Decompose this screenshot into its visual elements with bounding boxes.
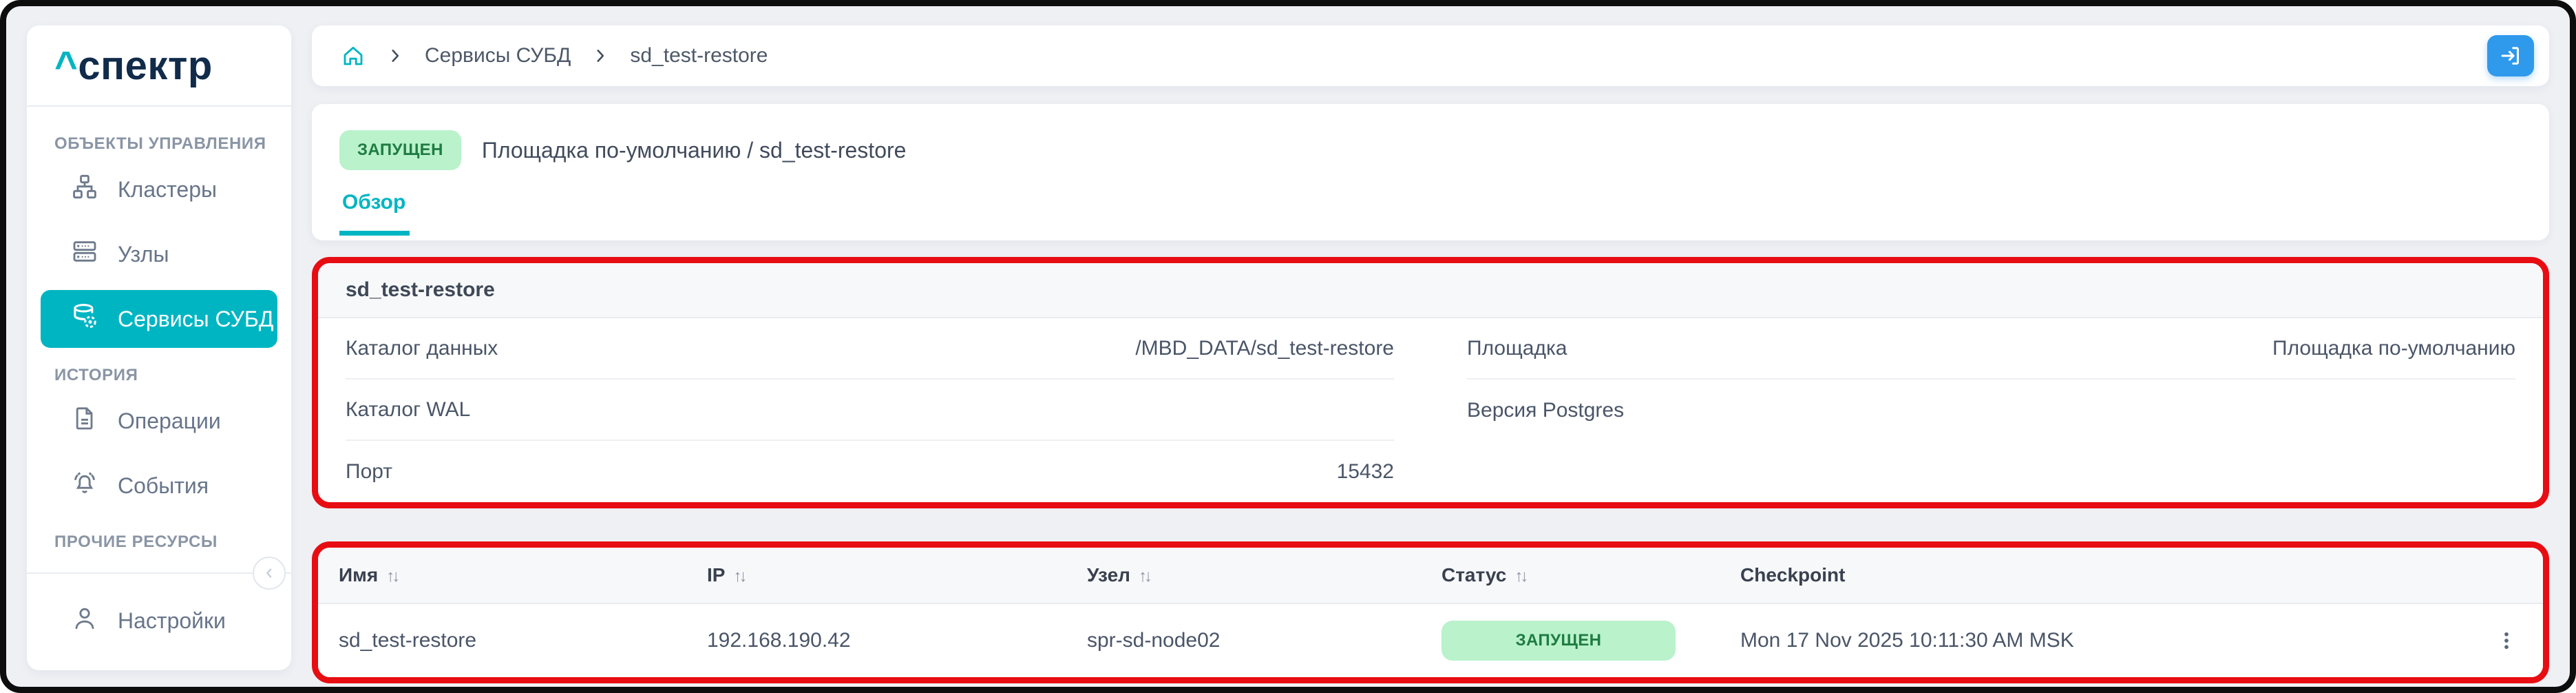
person-icon (71, 604, 98, 637)
main-content: Сервисы СУБД sd_test-restore ЗАПУЩЕН Пло… (312, 25, 2549, 683)
column-header-name[interactable]: Имя ↑↓ (339, 564, 707, 586)
home-icon[interactable] (341, 43, 366, 68)
breadcrumb-item-db-services[interactable]: Сервисы СУБД (425, 44, 571, 68)
overview-fields-left: Каталог данных /MBD_DATA/sd_test-restore… (346, 318, 1394, 502)
logo-caret: ^ (54, 43, 78, 88)
sidebar-item-label: Сервисы СУБД (118, 307, 274, 332)
column-header-node[interactable]: Узел ↑↓ (1087, 564, 1442, 586)
field-row-site: Площадка Площадка по-умолчанию (1467, 318, 2515, 380)
overview-fields-right: Площадка Площадка по-умолчанию Версия Po… (1467, 318, 2515, 502)
field-row-port: Порт 15432 (346, 441, 1394, 502)
overview-card-title: sd_test-restore (318, 263, 2543, 318)
sort-icon[interactable]: ↑↓ (1139, 567, 1150, 586)
overview-fields: Каталог данных /MBD_DATA/sd_test-restore… (318, 318, 2543, 502)
service-header-card: ЗАПУЩЕН Площадка по-умолчанию / sd_test-… (312, 104, 2549, 240)
sidebar-item-operations[interactable]: Операции (41, 392, 277, 450)
column-header-checkpoint: Checkpoint (1740, 564, 2474, 586)
row-actions-button[interactable] (2491, 625, 2522, 656)
sidebar-item-settings[interactable]: Настройки (41, 592, 277, 650)
tabs: Обзор (339, 191, 2522, 236)
sort-icon[interactable]: ↑↓ (733, 567, 744, 586)
overview-card: sd_test-restore Каталог данных /MBD_DATA… (312, 257, 2549, 508)
column-label: IP (707, 564, 725, 586)
sidebar-item-events[interactable]: События (41, 457, 277, 515)
sidebar-item-clusters[interactable]: Кластеры (41, 161, 277, 218)
logout-button[interactable] (2487, 35, 2534, 76)
sidebar-item-db-services[interactable]: Сервисы СУБД (41, 290, 277, 348)
document-icon (71, 404, 98, 437)
tab-overview[interactable]: Обзор (339, 191, 410, 236)
nav-section-history: ИСТОРИЯ (54, 366, 277, 385)
field-label: Порт (346, 460, 392, 484)
row-status-badge: ЗАПУЩЕН (1442, 621, 1676, 661)
sidebar-item-label: Настройки (118, 608, 226, 634)
cell-ip: 192.168.190.42 (707, 629, 1087, 652)
nav-section-objects: ОБЪЕКТЫ УПРАВЛЕНИЯ (54, 134, 277, 154)
logo-text: спектр (78, 43, 212, 88)
sidebar: ^спектр ОБЪЕКТЫ УПРАВЛЕНИЯ Кластеры (27, 25, 291, 670)
kebab-icon (2495, 629, 2518, 652)
nodes-icon (71, 238, 98, 271)
clusters-icon (71, 173, 98, 206)
field-value: /MBD_DATA/sd_test-restore (1135, 337, 1394, 360)
breadcrumb-item-current: sd_test-restore (630, 44, 768, 68)
instances-table: Имя ↑↓ IP ↑↓ Узел ↑↓ Статус ↑↓ Checkpoint sd… (312, 541, 2549, 683)
app-window: ^спектр ОБЪЕКТЫ УПРАВЛЕНИЯ Кластеры (0, 0, 2576, 693)
bell-icon (71, 469, 98, 502)
page-title: Площадка по-умолчанию / sd_test-restore (482, 138, 907, 163)
cell-node: spr-sd-node02 (1087, 629, 1442, 652)
field-label: Площадка (1467, 337, 1567, 360)
chevron-right-icon (386, 47, 404, 65)
cell-name: sd_test-restore (339, 629, 707, 652)
sort-icon[interactable]: ↑↓ (386, 567, 397, 586)
breadcrumb: Сервисы СУБД sd_test-restore (312, 25, 2549, 86)
field-label: Версия Postgres (1467, 399, 1624, 422)
sidebar-item-label: События (118, 473, 209, 499)
cell-checkpoint: Mon 17 Nov 2025 10:11:30 AM MSK (1740, 629, 2474, 652)
field-value: 15432 (1337, 460, 1394, 484)
field-row-postgres-version: Версия Postgres (1467, 380, 2515, 441)
column-header-status[interactable]: Статус ↑↓ (1442, 564, 1740, 586)
column-label: Статус (1442, 564, 1506, 586)
sidebar-nav: ОБЪЕКТЫ УПРАВЛЕНИЯ Кластеры (27, 107, 291, 572)
sidebar-item-label: Кластеры (118, 177, 217, 203)
field-label: Каталог WAL (346, 398, 470, 422)
sidebar-footer: Настройки (27, 572, 291, 670)
column-label: Имя (339, 564, 378, 586)
sidebar-item-spectr-status[interactable]: Статус Спектра (41, 559, 277, 572)
sidebar-item-nodes[interactable]: Узлы (41, 225, 277, 283)
sidebar-collapse-button[interactable] (253, 557, 286, 590)
field-row-data-dir: Каталог данных /MBD_DATA/sd_test-restore (346, 318, 1394, 380)
nav-section-other-resources: ПРОЧИЕ РЕСУРСЫ (54, 532, 277, 552)
login-arrow-icon (2498, 43, 2523, 68)
sidebar-item-label: Узлы (118, 242, 169, 267)
db-services-icon (71, 302, 98, 335)
table-row: sd_test-restore 192.168.190.42 spr-sd-no… (318, 604, 2543, 677)
column-label: Узел (1087, 564, 1130, 586)
app-logo[interactable]: ^спектр (27, 25, 291, 107)
column-header-ip[interactable]: IP ↑↓ (707, 564, 1087, 586)
field-row-wal-dir: Каталог WAL (346, 380, 1394, 441)
status-badge: ЗАПУЩЕН (339, 130, 461, 170)
column-label: Checkpoint (1740, 564, 1845, 586)
chevron-right-icon (591, 47, 609, 65)
sort-icon[interactable]: ↑↓ (1514, 567, 1525, 586)
table-header: Имя ↑↓ IP ↑↓ Узел ↑↓ Статус ↑↓ Checkpoint (318, 548, 2543, 604)
cell-actions (2474, 625, 2522, 656)
service-status-row: ЗАПУЩЕН Площадка по-умолчанию / sd_test-… (339, 130, 2522, 170)
sidebar-item-label: Операции (118, 408, 221, 434)
field-value: Площадка по-умолчанию (2272, 337, 2515, 360)
cell-status: ЗАПУЩЕН (1442, 621, 1740, 661)
field-label: Каталог данных (346, 337, 498, 360)
